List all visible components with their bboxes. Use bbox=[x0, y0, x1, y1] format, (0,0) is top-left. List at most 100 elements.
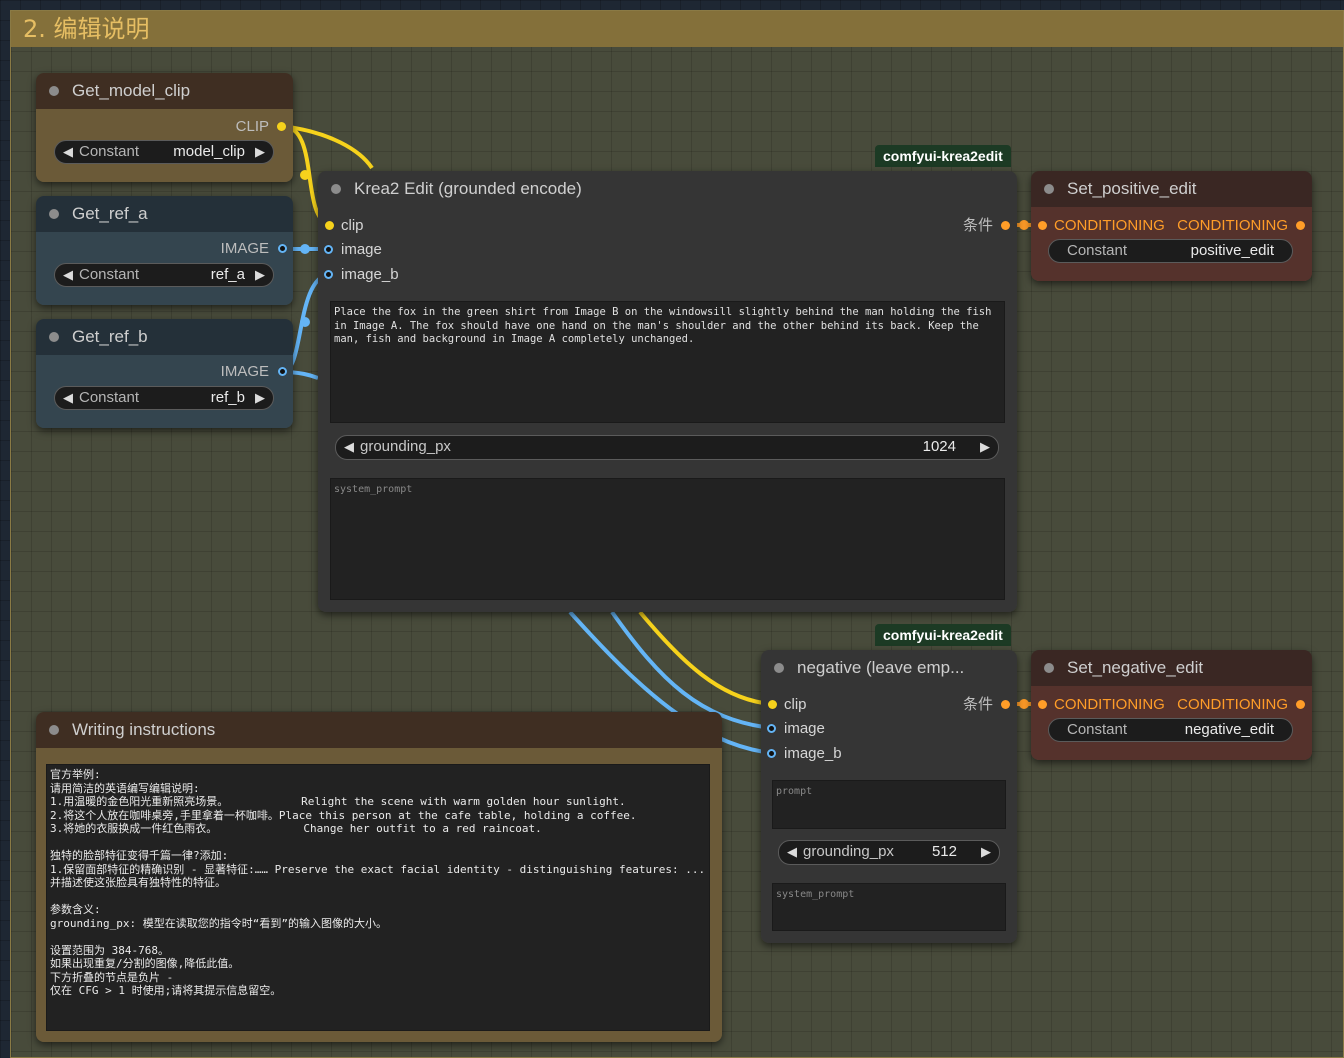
node-title: Get_ref_b bbox=[72, 327, 148, 346]
widget-value: negative_edit bbox=[1184, 721, 1274, 738]
input-port-image[interactable] bbox=[324, 245, 333, 254]
collapse-dot[interactable] bbox=[49, 332, 59, 342]
input-port-image-b[interactable] bbox=[767, 749, 776, 758]
input-label: CONDITIONING bbox=[1054, 696, 1165, 713]
widget-value: ref_a bbox=[210, 266, 245, 283]
widget-name: grounding_px bbox=[803, 843, 894, 860]
node-header[interactable]: Get_ref_b bbox=[36, 319, 293, 355]
group-title[interactable]: 2. 编辑说明 bbox=[11, 11, 1343, 47]
constant-widget[interactable]: ◀ Constant ref_b ▶ bbox=[54, 386, 274, 410]
output-label: CLIP bbox=[235, 118, 269, 135]
collapse-dot[interactable] bbox=[774, 663, 784, 673]
decrement-arrow-icon[interactable]: ◀ bbox=[787, 841, 797, 863]
input-label-image-b: image_b bbox=[341, 266, 399, 283]
collapse-dot[interactable] bbox=[1044, 663, 1054, 673]
output-label: IMAGE bbox=[220, 240, 269, 257]
input-port-conditioning[interactable] bbox=[1038, 221, 1047, 230]
output-label: 条件 bbox=[962, 696, 993, 713]
node-get-ref-a[interactable]: Get_ref_a IMAGE ◀ Constant ref_a ▶ bbox=[36, 196, 293, 305]
output-label: CONDITIONING bbox=[1177, 217, 1288, 234]
prompt-textarea[interactable]: Place the fox in the green shirt from Im… bbox=[330, 301, 1005, 423]
node-header[interactable]: negative (leave emp... bbox=[761, 650, 1017, 686]
output-port-conditioning[interactable] bbox=[1296, 700, 1305, 709]
increment-arrow-icon[interactable]: ▶ bbox=[255, 264, 265, 286]
node-get-model-clip[interactable]: Get_model_clip CLIP ◀ Constant model_cli… bbox=[36, 73, 293, 182]
node-header[interactable]: Set_negative_edit bbox=[1031, 650, 1312, 686]
node-writing-instructions[interactable]: Writing instructions 官方举例: 请用简洁的英语编写编辑说明… bbox=[36, 712, 722, 1042]
constant-widget[interactable]: ◀ Constant model_clip ▶ bbox=[54, 140, 274, 164]
output-port-image[interactable] bbox=[278, 367, 287, 376]
node-title: Get_model_clip bbox=[72, 81, 191, 100]
node-get-ref-b[interactable]: Get_ref_b IMAGE ◀ Constant ref_b ▶ bbox=[36, 319, 293, 428]
node-badge: comfyui-krea2edit bbox=[875, 145, 1011, 167]
node-title: negative (leave emp... bbox=[797, 658, 965, 677]
system-prompt-textarea[interactable]: system_prompt bbox=[772, 883, 1006, 931]
grounding-px-widget[interactable]: ◀ grounding_px 1024 ▶ bbox=[335, 435, 999, 460]
constant-widget[interactable]: ◀ Constant ref_a ▶ bbox=[54, 263, 274, 287]
node-set-negative-edit[interactable]: Set_negative_edit CONDITIONING CONDITION… bbox=[1031, 650, 1312, 760]
decrement-arrow-icon[interactable]: ◀ bbox=[63, 387, 73, 409]
widget-value: positive_edit bbox=[1190, 242, 1274, 259]
input-port-conditioning[interactable] bbox=[1038, 700, 1047, 709]
node-header[interactable]: Get_ref_a bbox=[36, 196, 293, 232]
increment-arrow-icon[interactable]: ▶ bbox=[255, 141, 265, 163]
input-label-clip: clip bbox=[784, 696, 807, 713]
node-body: clip image image_b 条件 Place the fox in t… bbox=[318, 207, 1017, 612]
collapse-dot[interactable] bbox=[331, 184, 341, 194]
widget-value: ref_b bbox=[210, 389, 245, 406]
widget-name: Constant bbox=[79, 389, 140, 406]
grounding-px-widget[interactable]: ◀ grounding_px 512 ▶ bbox=[778, 840, 1000, 865]
node-body: IMAGE ◀ Constant ref_b ▶ bbox=[36, 355, 293, 428]
node-header[interactable]: Krea2 Edit (grounded encode) bbox=[318, 171, 1017, 207]
decrement-arrow-icon[interactable]: ◀ bbox=[63, 141, 73, 163]
increment-arrow-icon[interactable]: ▶ bbox=[255, 387, 265, 409]
node-header[interactable]: Writing instructions bbox=[36, 712, 722, 748]
output-port-clip[interactable] bbox=[277, 122, 286, 131]
widget-name: Constant bbox=[1067, 242, 1128, 259]
collapse-dot[interactable] bbox=[49, 209, 59, 219]
node-body: 官方举例: 请用简洁的英语编写编辑说明: 1.用温暖的金色阳光重新照亮场景。 R… bbox=[36, 748, 722, 1042]
input-port-image-b[interactable] bbox=[324, 270, 333, 279]
collapse-dot[interactable] bbox=[49, 86, 59, 96]
input-port-image[interactable] bbox=[767, 724, 776, 733]
node-krea2-edit[interactable]: Krea2 Edit (grounded encode) clip image … bbox=[318, 171, 1017, 612]
output-port-conditioning[interactable] bbox=[1296, 221, 1305, 230]
input-port-clip[interactable] bbox=[325, 221, 334, 230]
node-title: Get_ref_a bbox=[72, 204, 148, 223]
increment-arrow-icon[interactable]: ▶ bbox=[980, 436, 990, 458]
widget-value: 512 bbox=[931, 843, 957, 860]
instructions-textarea[interactable]: 官方举例: 请用简洁的英语编写编辑说明: 1.用温暖的金色阳光重新照亮场景。 R… bbox=[46, 764, 710, 1031]
node-title: Writing instructions bbox=[72, 720, 216, 739]
node-set-positive-edit[interactable]: Set_positive_edit CONDITIONING CONDITION… bbox=[1031, 171, 1312, 281]
constant-widget[interactable]: Constant positive_edit bbox=[1048, 239, 1293, 263]
input-port-clip[interactable] bbox=[768, 700, 777, 709]
node-badge: comfyui-krea2edit bbox=[875, 624, 1011, 646]
output-label: CONDITIONING bbox=[1177, 696, 1288, 713]
node-negative[interactable]: negative (leave emp... clip image image_… bbox=[761, 650, 1017, 943]
constant-widget[interactable]: Constant negative_edit bbox=[1048, 718, 1293, 742]
increment-arrow-icon[interactable]: ▶ bbox=[981, 841, 991, 863]
widget-name: Constant bbox=[79, 266, 140, 283]
widget-name: Constant bbox=[1067, 721, 1128, 738]
widget-name: grounding_px bbox=[360, 438, 451, 455]
decrement-arrow-icon[interactable]: ◀ bbox=[344, 436, 354, 458]
node-header[interactable]: Get_model_clip bbox=[36, 73, 293, 109]
widget-value: 1024 bbox=[922, 438, 956, 455]
collapse-dot[interactable] bbox=[49, 725, 59, 735]
input-label-image-b: image_b bbox=[784, 745, 842, 762]
widget-value: model_clip bbox=[173, 143, 245, 160]
input-label-image: image bbox=[784, 720, 825, 737]
input-label: CONDITIONING bbox=[1054, 217, 1165, 234]
prompt-placeholder: prompt bbox=[776, 786, 813, 797]
system-prompt-placeholder: system_prompt bbox=[776, 889, 855, 900]
input-label-clip: clip bbox=[341, 217, 364, 234]
output-port-conditioning[interactable] bbox=[1001, 221, 1010, 230]
decrement-arrow-icon[interactable]: ◀ bbox=[63, 264, 73, 286]
output-port-image[interactable] bbox=[278, 244, 287, 253]
node-body: CONDITIONING CONDITIONING Constant posit… bbox=[1031, 207, 1312, 281]
prompt-textarea[interactable]: prompt bbox=[772, 780, 1006, 829]
output-port-conditioning[interactable] bbox=[1001, 700, 1010, 709]
system-prompt-textarea[interactable]: system_prompt bbox=[330, 478, 1005, 600]
node-header[interactable]: Set_positive_edit bbox=[1031, 171, 1312, 207]
collapse-dot[interactable] bbox=[1044, 184, 1054, 194]
